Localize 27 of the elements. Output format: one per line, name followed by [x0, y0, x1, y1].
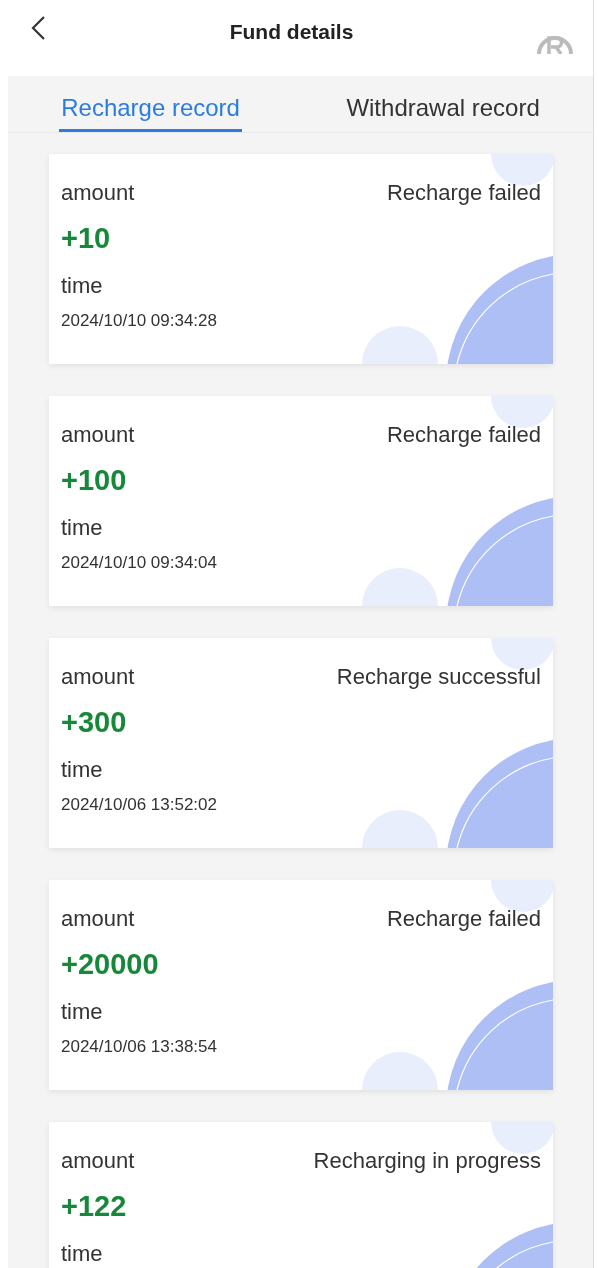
amount-label: amount — [61, 664, 135, 690]
status-text: Recharge failed — [386, 422, 541, 448]
time-value: 2024/10/06 13:52:02 — [61, 795, 217, 815]
time-label: time — [61, 757, 103, 783]
amount-value: +10 — [61, 222, 111, 255]
status-text: Recharge successful — [336, 664, 541, 690]
status-text: Recharge failed — [386, 180, 541, 206]
amount-value: +20000 — [61, 948, 159, 981]
time-label: time — [61, 273, 103, 299]
time-value: 2024/10/06 13:38:54 — [61, 1037, 217, 1057]
time-label: time — [61, 515, 103, 541]
time-label: time — [61, 999, 103, 1025]
tab[interactable]: Withdrawal record — [344, 76, 542, 132]
amount-value: +100 — [61, 464, 127, 497]
status-text: Recharge failed — [386, 906, 541, 932]
amount-value: +122 — [61, 1190, 127, 1223]
time-value: 2024/10/10 09:34:04 — [61, 553, 217, 573]
amount-value: +300 — [61, 706, 127, 739]
amount-label: amount — [61, 180, 135, 206]
tab[interactable]: Recharge record — [59, 76, 242, 132]
amount-label: amount — [61, 906, 135, 932]
page-title: Fund details — [229, 20, 354, 44]
status-text: Recharging in progress — [313, 1148, 541, 1174]
time-value: 2024/10/10 09:34:28 — [61, 311, 217, 331]
amount-label: amount — [61, 422, 135, 448]
time-label: time — [61, 1241, 103, 1267]
amount-label: amount — [61, 1148, 135, 1174]
